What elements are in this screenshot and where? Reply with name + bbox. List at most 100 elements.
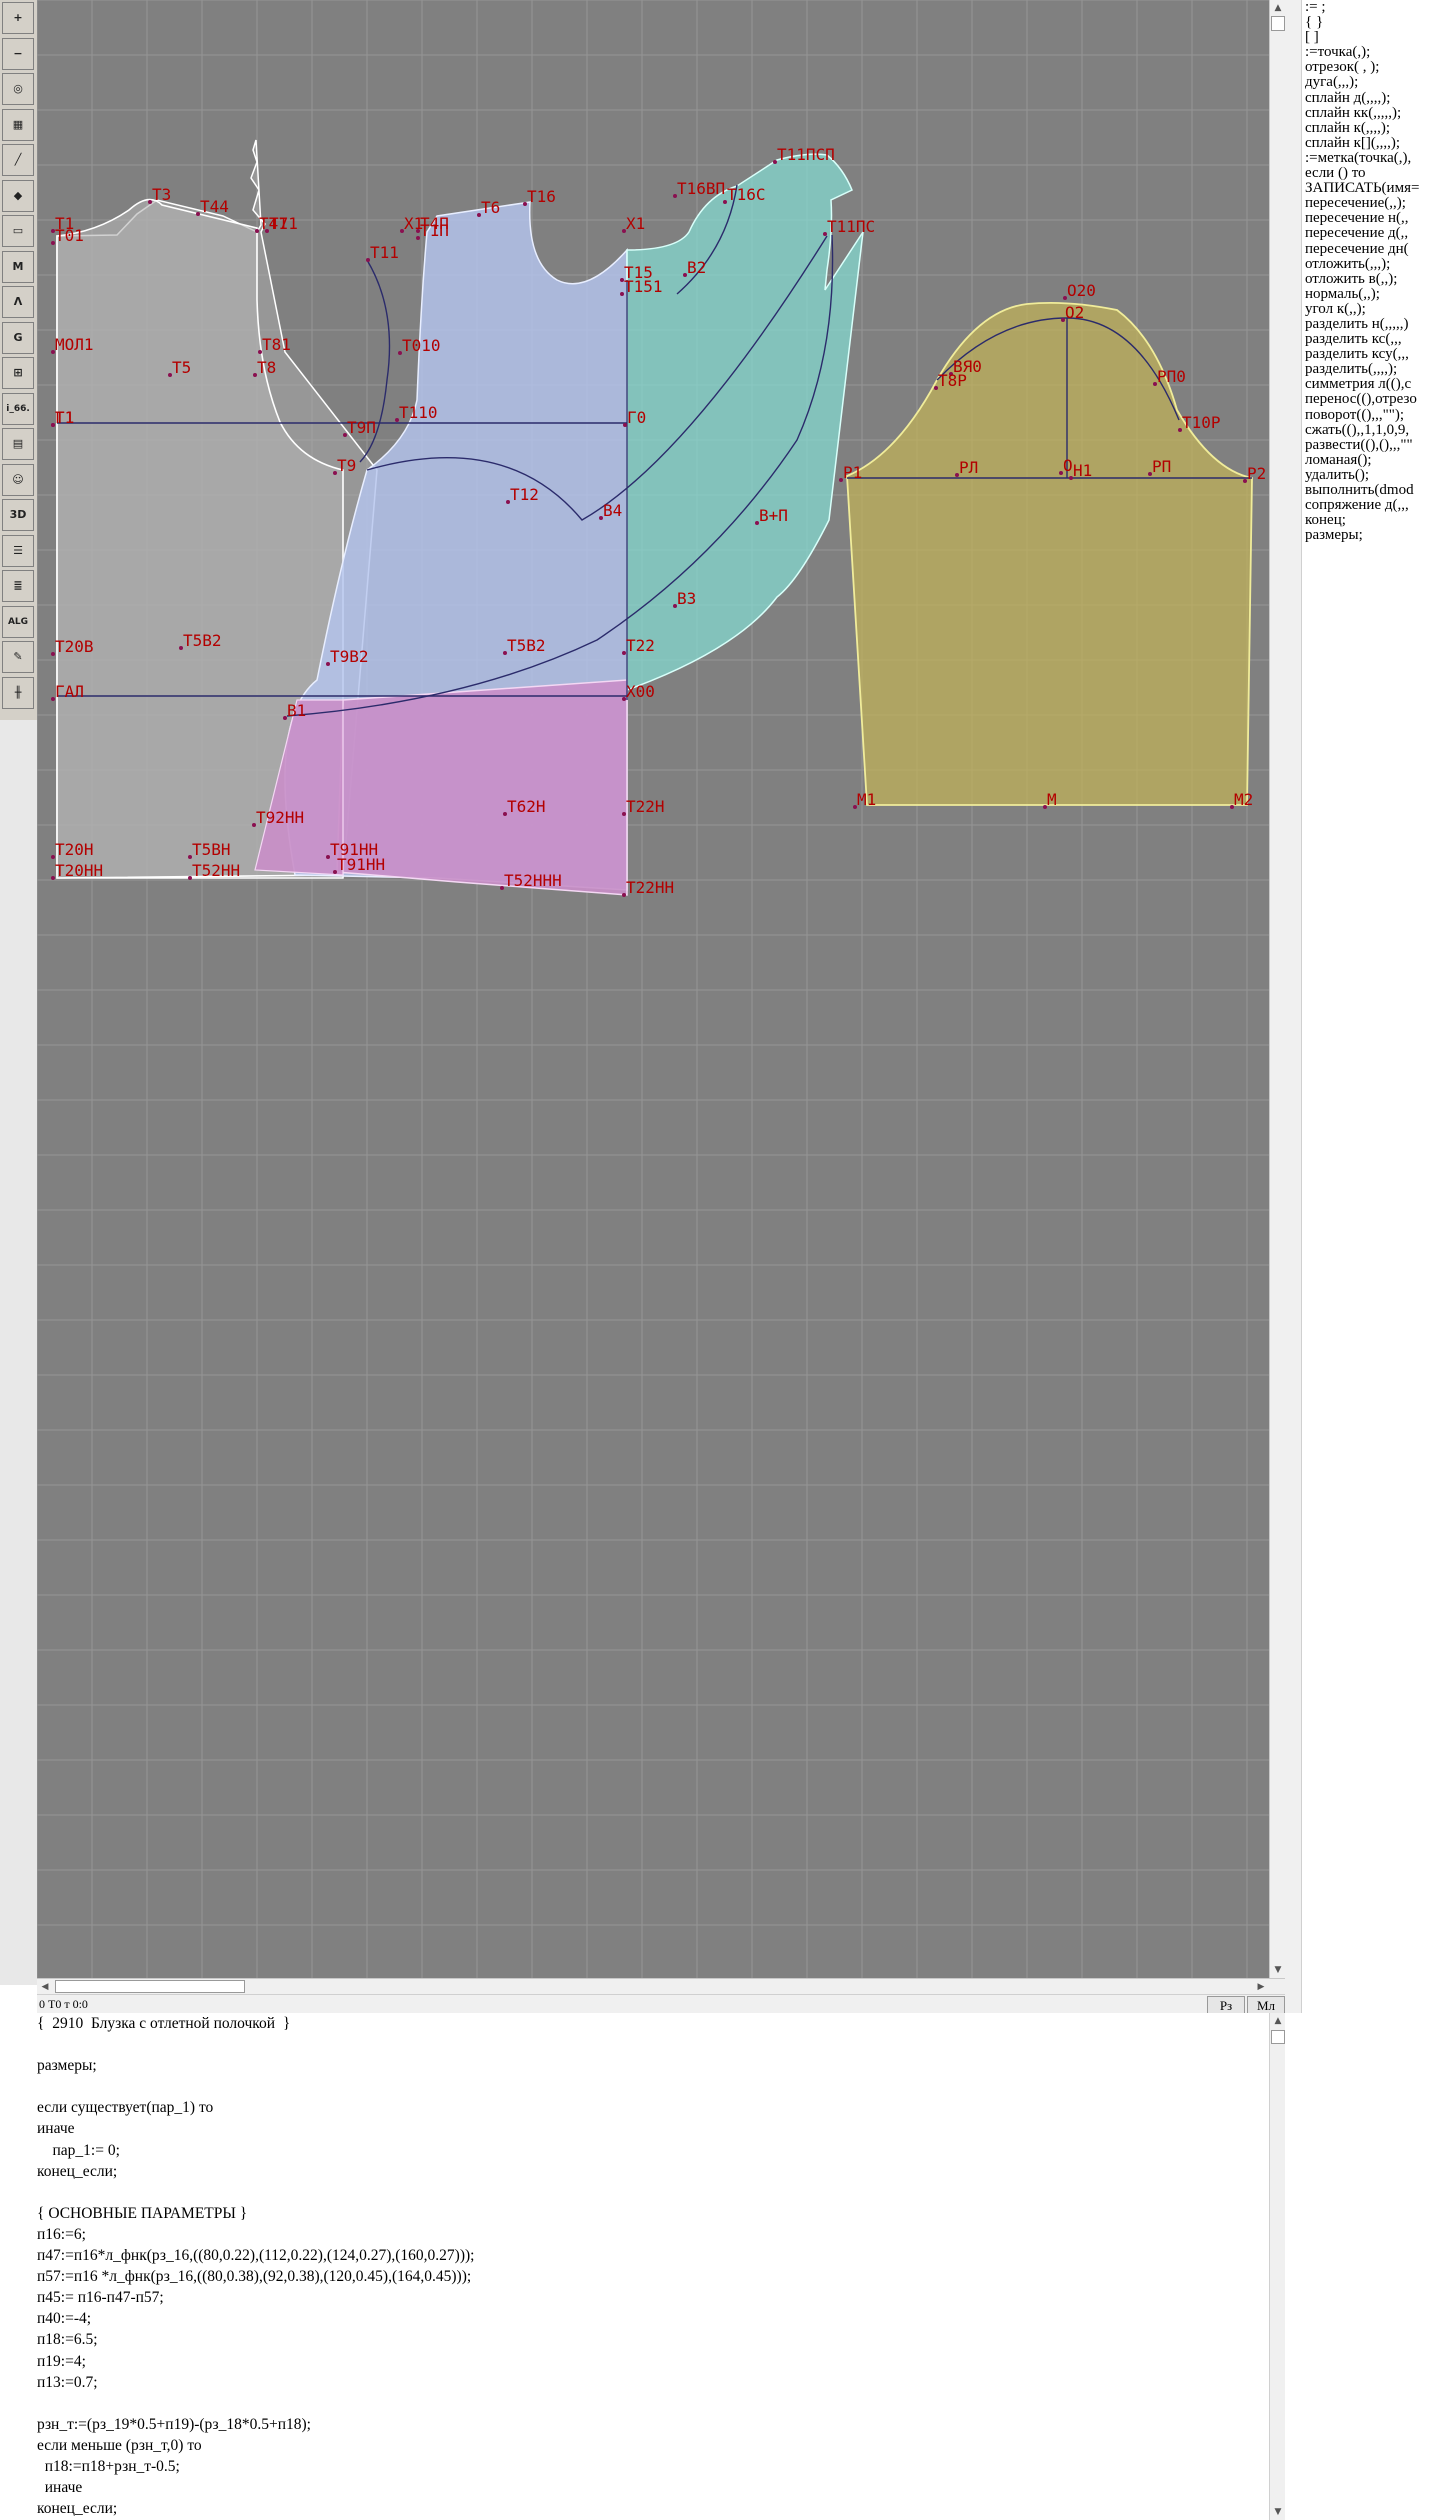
command-item[interactable]: симметрия л((),с bbox=[1305, 377, 1440, 392]
gauge-icon[interactable]: G bbox=[2, 321, 34, 354]
command-item[interactable]: ломаная(); bbox=[1305, 452, 1440, 468]
toolbar: + − ◎ ▦ ╱ ◆ ▭ M Λ G ⊞ i_66. ▤ ☺ 3D ☰ ≣ ALG ✎ ╫ bbox=[0, 0, 38, 720]
command-item[interactable]: пересечение н(,, bbox=[1305, 211, 1440, 226]
split-tool-icon[interactable]: ╫ bbox=[2, 676, 34, 709]
point-label: Т6 bbox=[481, 198, 500, 217]
command-item[interactable]: ЗАПИСАТЬ(имя= bbox=[1305, 181, 1440, 196]
zoom-out-icon[interactable]: − bbox=[2, 37, 34, 70]
command-item[interactable]: :=метка(точка(,), bbox=[1305, 150, 1440, 166]
command-item[interactable]: нормаль(,,); bbox=[1305, 286, 1440, 302]
point-label: МОЛ1 bbox=[55, 335, 94, 354]
script-scroll-thumb[interactable] bbox=[1271, 2030, 1285, 2044]
command-item[interactable]: сплайн д(,,,,); bbox=[1305, 90, 1440, 106]
script-line: п13:=0.7; bbox=[37, 2373, 98, 2391]
command-item[interactable]: сжать((),,1,1,0,9, bbox=[1305, 422, 1440, 438]
point-marker bbox=[51, 423, 55, 427]
zoom-fit-icon[interactable]: ◎ bbox=[2, 73, 34, 105]
scroll-left-arrow-icon[interactable]: ◀ bbox=[37, 1979, 53, 1995]
canvas-vertical-scrollbar[interactable]: ▲ ▼ bbox=[1269, 0, 1286, 1978]
command-item[interactable]: разделить(,,,,); bbox=[1305, 362, 1440, 377]
point-label: Т16ВП bbox=[677, 179, 725, 198]
command-item[interactable]: [ ] bbox=[1305, 30, 1440, 45]
command-item[interactable]: пересечение(,,); bbox=[1305, 196, 1440, 211]
zoom-in-icon[interactable]: + bbox=[2, 2, 34, 34]
point-marker bbox=[252, 823, 256, 827]
palette-scrollbar[interactable] bbox=[1285, 0, 1302, 2013]
command-item[interactable]: := ; bbox=[1305, 0, 1440, 15]
point-marker bbox=[1243, 479, 1247, 483]
point-marker bbox=[506, 500, 510, 504]
layer-icon[interactable]: ◆ bbox=[2, 179, 34, 212]
point-label: Н1 bbox=[1073, 461, 1092, 480]
command-item[interactable]: удалить(); bbox=[1305, 467, 1440, 483]
portrait-icon[interactable]: ☺ bbox=[2, 463, 34, 496]
command-item[interactable]: :=точка(,); bbox=[1305, 45, 1440, 60]
measure-icon[interactable]: M bbox=[2, 250, 34, 283]
point-marker bbox=[51, 350, 55, 354]
point-marker bbox=[179, 646, 183, 650]
point-marker bbox=[255, 229, 259, 233]
script-scroll-down-icon[interactable]: ▼ bbox=[1270, 2504, 1286, 2520]
command-item[interactable]: размеры; bbox=[1305, 528, 1440, 543]
point-label: М bbox=[1047, 790, 1057, 809]
command-item[interactable]: развести((),(),,,"" bbox=[1305, 437, 1440, 453]
point-label: Т71 bbox=[269, 214, 298, 233]
piece-icon[interactable]: ▭ bbox=[2, 215, 34, 247]
script-lines: { 2910 Блузка с отлетной полочкой } разме… bbox=[37, 2013, 1269, 2519]
command-item[interactable]: отрезок( , ); bbox=[1305, 60, 1440, 75]
scroll-down-arrow-icon[interactable]: ▼ bbox=[1270, 1962, 1286, 1978]
command-item[interactable]: разделить ксу(,,, bbox=[1305, 347, 1440, 362]
document-icon[interactable]: ☰ bbox=[2, 534, 34, 567]
script-line: п16:=6; bbox=[37, 2225, 86, 2243]
command-item[interactable]: пересечение дн( bbox=[1305, 241, 1440, 257]
pen-tool-icon[interactable]: ✎ bbox=[2, 641, 34, 673]
h-scroll-thumb[interactable] bbox=[55, 1980, 245, 1993]
point-marker bbox=[723, 200, 727, 204]
command-item[interactable]: разделить кс(,,, bbox=[1305, 331, 1440, 347]
grid-icon[interactable]: ▦ bbox=[2, 108, 34, 141]
command-item[interactable]: сплайн к[](,,,,); bbox=[1305, 135, 1440, 151]
stack-icon[interactable]: ≣ bbox=[2, 570, 34, 602]
script-line: п18:=6.5; bbox=[37, 2331, 98, 2349]
command-item[interactable]: угол к(,,); bbox=[1305, 301, 1440, 317]
scroll-right-arrow-icon[interactable]: ▶ bbox=[1253, 1979, 1269, 1995]
compass-icon[interactable]: Λ bbox=[2, 286, 34, 318]
command-item[interactable]: сплайн кк(,,,,,); bbox=[1305, 105, 1440, 121]
script-scrollbar[interactable]: ▲ ▼ bbox=[1269, 2013, 1286, 2520]
point-label: Т22 bbox=[626, 636, 655, 655]
command-item[interactable]: сопряжение д(,,, bbox=[1305, 497, 1440, 513]
canvas-horizontal-scrollbar[interactable]: ◀ ▶ bbox=[37, 1978, 1285, 1995]
page-icon[interactable]: ▤ bbox=[2, 428, 34, 460]
point-label: РЛ bbox=[959, 458, 978, 477]
script-line: п18:=п18+рзн_т-0.5; bbox=[37, 2457, 180, 2475]
point-label: Т52НН bbox=[192, 861, 240, 880]
algorithm-icon[interactable]: ALG bbox=[2, 605, 34, 638]
command-item[interactable]: перенос((),отрезо bbox=[1305, 392, 1440, 407]
point-label: Т44 bbox=[200, 197, 229, 216]
scroll-up-arrow-icon[interactable]: ▲ bbox=[1270, 0, 1286, 16]
point-marker bbox=[1230, 805, 1234, 809]
command-item[interactable]: разделить н(,,,,,) bbox=[1305, 316, 1440, 332]
3d-view-icon[interactable]: 3D bbox=[2, 499, 34, 531]
script-scroll-up-icon[interactable]: ▲ bbox=[1270, 2013, 1286, 2029]
command-item[interactable]: дуга(,,,); bbox=[1305, 75, 1440, 90]
line-tool-icon[interactable]: ╱ bbox=[2, 144, 34, 176]
point-label: ГАЛ bbox=[55, 682, 84, 701]
command-item[interactable]: конец; bbox=[1305, 513, 1440, 528]
command-item[interactable]: сплайн к(,,,,); bbox=[1305, 120, 1440, 136]
command-item[interactable]: поворот((),,,""); bbox=[1305, 407, 1440, 423]
scroll-thumb[interactable] bbox=[1271, 16, 1285, 31]
command-item[interactable]: отложить в(,,); bbox=[1305, 271, 1440, 287]
command-item[interactable]: если () то bbox=[1305, 165, 1440, 181]
script-editor[interactable]: { 2910 Блузка с отлетной полочкой } разме… bbox=[37, 2013, 1269, 2520]
command-item[interactable]: выполнить(dmod bbox=[1305, 482, 1440, 498]
drawing-canvas[interactable]: Т3 Т44 Т41 Т1 Т01 Т71 МОЛ1 Т5 Т81 Т8 Т1 Т9П Т11 Х1 Т4П… bbox=[37, 0, 1269, 1978]
command-item[interactable]: пересечение д(,, bbox=[1305, 226, 1440, 241]
command-item[interactable]: отложить(,,,); bbox=[1305, 256, 1440, 272]
command-item[interactable]: { } bbox=[1305, 14, 1440, 30]
point-marker bbox=[343, 433, 347, 437]
point-marker bbox=[168, 373, 172, 377]
model-id-label[interactable]: i_66. bbox=[2, 392, 34, 425]
script-line: если меньше (рзн_т,0) то bbox=[37, 2436, 202, 2454]
ruler-icon[interactable]: ⊞ bbox=[2, 357, 34, 389]
